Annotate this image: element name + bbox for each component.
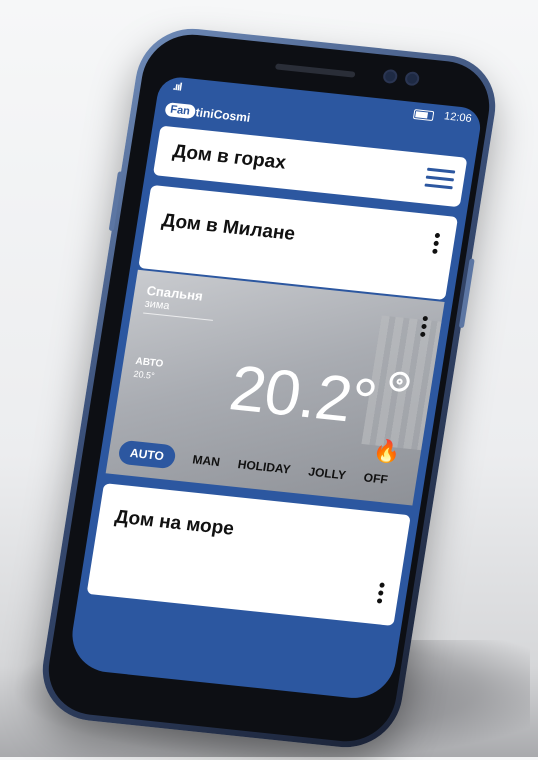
sensor [406, 73, 418, 85]
earpiece [274, 63, 356, 78]
mode-jolly[interactable]: JOLLY [307, 465, 347, 483]
battery-icon [412, 109, 435, 122]
mode-man[interactable]: MAN [192, 452, 221, 469]
gear-icon[interactable] [388, 370, 412, 393]
room-mode-label: АВТО [134, 355, 164, 370]
mode-holiday[interactable]: HOLIDAY [237, 457, 292, 476]
status-bar: .ııl 12:06 [157, 75, 483, 133]
current-temperature: 20.2° [225, 351, 381, 438]
home-title: Дом на море [113, 506, 236, 540]
front-camera [384, 70, 396, 82]
status-time: 12:06 [443, 110, 473, 126]
phone-bezel: .ııl 12:06 Fan tiniCosmi Дом в горах Дом… [41, 30, 497, 746]
more-icon[interactable] [432, 232, 442, 257]
home-title: Дом в Милане [160, 210, 297, 245]
app-screen: .ııl 12:06 Fan tiniCosmi Дом в горах Дом… [66, 75, 484, 702]
hamburger-menu-icon[interactable] [424, 167, 456, 191]
mode-off[interactable]: OFF [363, 470, 389, 486]
signal-icon: .ııl [172, 80, 183, 94]
room-more-icon[interactable] [419, 315, 429, 340]
setpoint-temp: 20.5° [132, 368, 156, 381]
mode-auto[interactable]: AUTO [117, 439, 177, 470]
home-card-sea[interactable]: Дом на море [86, 483, 411, 626]
home-title: Дом в горах [171, 141, 288, 174]
divider [143, 312, 213, 321]
more-icon[interactable] [376, 582, 386, 606]
logo-badge: Fan [164, 102, 196, 120]
room-season: зима [143, 297, 171, 313]
logo-text: tiniCosmi [194, 105, 252, 125]
